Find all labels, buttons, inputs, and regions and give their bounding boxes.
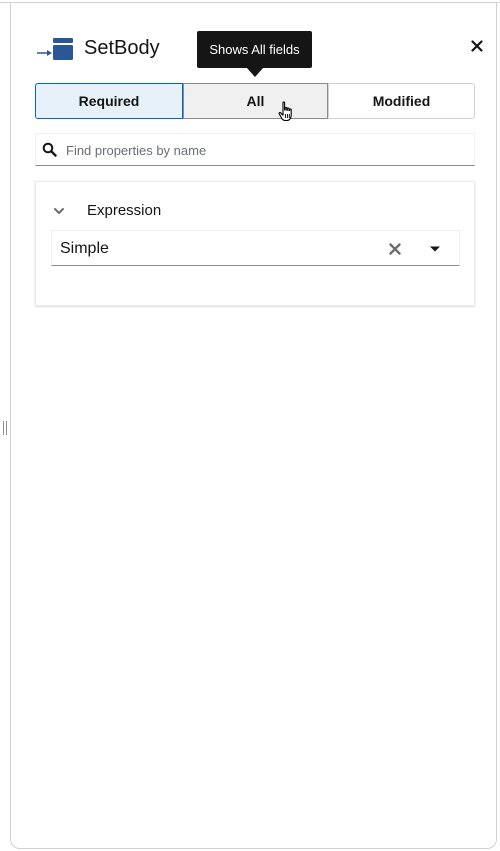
properties-panel [10,3,497,849]
expression-card: Expression Simple [35,181,475,306]
toggle-all[interactable]: All [183,83,328,119]
panel-title: SetBody [84,37,160,59]
property-search [35,133,475,166]
search-input[interactable] [66,138,466,162]
expression-section-title: Expression [87,202,162,219]
clear-icon [389,243,401,255]
caret-down-icon[interactable] [429,245,441,253]
set-body-icon [37,38,73,60]
toggle-modified[interactable]: Modified [328,83,475,119]
chevron-down-icon[interactable] [52,204,66,218]
tooltip-arrow [247,68,263,77]
toggle-required[interactable]: Required [35,83,183,119]
resize-handle[interactable] [3,421,8,435]
select-value: Simple [60,240,109,257]
tooltip: Shows All fields [197,31,312,68]
close-button[interactable] [466,35,488,57]
hand-pointer-cursor-icon [278,101,292,122]
close-icon [471,40,483,52]
clear-button[interactable] [387,241,403,257]
field-filter-toggle-group: Required All Modified [35,83,475,119]
search-icon [42,142,57,157]
expression-language-select[interactable]: Simple [51,230,460,266]
properties-panel-frame: SetBody Required All Modified Shows All … [0,0,500,851]
